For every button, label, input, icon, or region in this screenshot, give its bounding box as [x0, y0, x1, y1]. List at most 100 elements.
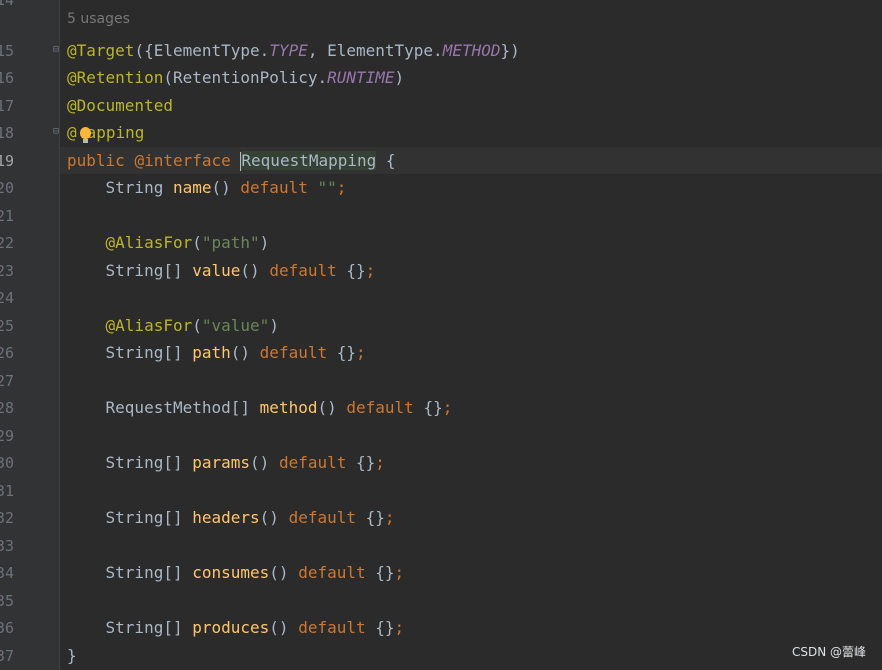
code-token: (): [250, 453, 270, 472]
line-number: 24: [0, 289, 14, 307]
type-token: String[]: [105, 261, 183, 280]
keyword-token: default: [288, 508, 357, 527]
line-number: 30: [0, 454, 14, 472]
line-number: 33: [0, 537, 14, 555]
line-number: 23: [0, 262, 14, 280]
code-line-params: String[] params() default {};: [67, 449, 385, 476]
keyword-token: default: [269, 261, 337, 280]
code-token: }: [67, 646, 77, 665]
code-line-aliasfor-path: @AliasFor("path"): [67, 229, 270, 256]
code-line-method: RequestMethod[] method() default {};: [67, 394, 453, 421]
method-token: path: [192, 343, 231, 362]
code-line-path: String[] path() default {};: [67, 339, 366, 366]
code-token: (: [192, 316, 202, 335]
code-line-documented: @Documented: [67, 92, 173, 119]
semicolon-token: ;: [336, 178, 347, 197]
code-token: (): [230, 343, 251, 362]
keyword-token: default: [259, 343, 328, 362]
line-number: 36: [0, 619, 14, 637]
code-line-name: String name() default "";: [67, 174, 347, 201]
code-token: ): [394, 68, 405, 87]
constant-token: RUNTIME: [327, 68, 395, 87]
method-token: headers: [192, 508, 260, 527]
annotation-token: @Documented: [67, 96, 173, 115]
keyword-token: public: [67, 151, 125, 170]
line-number: 21: [0, 207, 14, 225]
constant-token: TYPE: [269, 41, 308, 60]
interface-name-token[interactable]: RequestMapping: [241, 151, 377, 170]
code-line-target: @Target({ElementType.TYPE, ElementType.M…: [67, 37, 520, 64]
code-token: (): [259, 508, 279, 527]
annotation-token: @Target: [67, 41, 135, 60]
code-token: (): [269, 563, 289, 582]
type-token: String[]: [105, 618, 183, 637]
code-line-aliasfor-value: @AliasFor("value"): [67, 312, 279, 339]
code-token: {: [385, 151, 396, 170]
type-token: String[]: [105, 563, 183, 582]
line-number: 29: [0, 427, 14, 445]
method-token: method: [259, 398, 318, 417]
lightbulb-icon[interactable]: [80, 127, 91, 143]
type-token: String: [105, 178, 164, 197]
code-line-value: String[] value() default {};: [67, 257, 376, 284]
line-number: 35: [0, 592, 14, 610]
method-token: value: [192, 261, 241, 280]
usages-hint[interactable]: 5 usages: [67, 11, 130, 27]
type-token: RequestMethod[]: [105, 398, 251, 417]
watermark: CSDN @蕾峰: [791, 645, 866, 659]
line-number: 28: [0, 399, 14, 417]
line-number-gutter: 14 15 16 17 18 19 20 21 22 23 24 25 26 2…: [0, 0, 60, 670]
code-editor[interactable]: 5 usages @Target({ElementType.TYPE, Elem…: [60, 0, 882, 670]
keyword-token: default: [298, 563, 366, 582]
semicolon-token: ;: [356, 343, 366, 362]
code-token: {}: [336, 343, 357, 362]
code-token: (): [317, 398, 337, 417]
line-number-current: 19: [0, 152, 14, 170]
method-token: name: [172, 178, 212, 197]
line-number: 15: [0, 42, 14, 60]
code-token: (): [240, 261, 260, 280]
code-token: , ElementType.: [307, 41, 443, 60]
keyword-token: @interface: [134, 151, 231, 170]
code-token: {}: [375, 618, 395, 637]
line-number: 18: [0, 124, 14, 142]
line-number: 20: [0, 179, 14, 197]
semicolon-token: ;: [442, 398, 453, 417]
line-number: 32: [0, 509, 14, 527]
code-token: {}: [423, 398, 443, 417]
line-number: 26: [0, 344, 14, 362]
annotation-token: @AliasFor: [105, 233, 193, 252]
type-token: String[]: [105, 508, 183, 527]
line-number: 31: [0, 482, 14, 500]
line-number: 25: [0, 317, 14, 335]
code-token: (): [269, 618, 289, 637]
code-line-mapping: @ apping: [67, 119, 144, 146]
method-token: consumes: [192, 563, 270, 582]
keyword-token: default: [278, 453, 347, 472]
code-line-interface: public @interface RequestMapping {: [67, 147, 396, 174]
annotation-token: @: [67, 123, 77, 142]
code-token: ): [269, 316, 279, 335]
code-line-consumes: String[] consumes() default {};: [67, 559, 405, 586]
semicolon-token: ;: [375, 453, 385, 472]
line-number: 16: [0, 69, 14, 87]
code-token: {}: [346, 261, 366, 280]
line-number: 22: [0, 234, 14, 252]
line-number: 14: [0, 0, 14, 9]
code-token: (RetentionPolicy.: [163, 68, 328, 87]
semicolon-token: ;: [365, 261, 376, 280]
code-token: {}: [375, 563, 395, 582]
string-token: "value": [201, 316, 270, 335]
semicolon-token: ;: [384, 508, 395, 527]
code-token: ({ElementType.: [134, 41, 270, 60]
code-line-close: }: [67, 642, 77, 669]
annotation-token: @AliasFor: [105, 316, 193, 335]
code-line-headers: String[] headers() default {};: [67, 504, 395, 531]
line-number: 17: [0, 97, 14, 115]
code-token: }): [500, 41, 520, 60]
constant-token: METHOD: [442, 41, 501, 60]
code-token: ): [259, 233, 270, 252]
code-line-produces: String[] produces() default {};: [67, 614, 405, 641]
type-token: String[]: [105, 343, 183, 362]
code-token: (): [211, 178, 231, 197]
